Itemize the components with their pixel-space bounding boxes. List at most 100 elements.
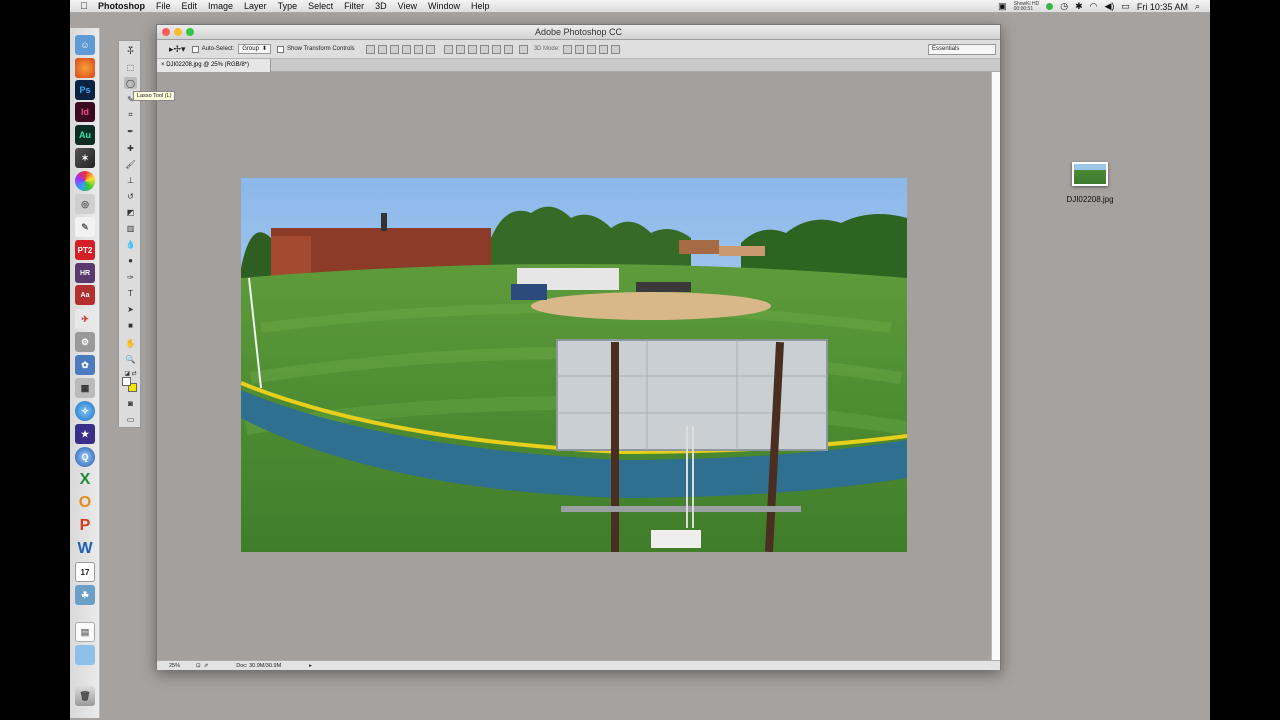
volume-icon[interactable]: ◀) — [1104, 1, 1114, 12]
screenshot-icon[interactable]: ▣ — [998, 1, 1007, 12]
blur-tool-icon[interactable]: 💧 — [124, 238, 137, 250]
menu-select[interactable]: Select — [308, 1, 333, 11]
photos-icon[interactable]: ☘ — [75, 585, 95, 605]
apple-menu-icon[interactable]:  — [70, 1, 98, 12]
history-brush-tool-icon[interactable]: ↺ — [124, 190, 137, 202]
screen-mode-icon[interactable]: ▭ — [124, 413, 137, 425]
outlook-icon[interactable]: O — [75, 493, 95, 513]
share-icon[interactable]: ⊡ — [196, 663, 201, 669]
dodge-tool-icon[interactable]: ● — [124, 254, 137, 266]
zoom-window-icon[interactable] — [186, 28, 194, 36]
brush-tool-icon[interactable]: 🖌 — [124, 158, 137, 170]
pages-icon[interactable]: ✎ — [75, 217, 95, 237]
auto-select-dropdown[interactable]: Group ⬍ — [238, 44, 271, 54]
audition-icon[interactable]: Au — [75, 125, 95, 145]
scanner-icon[interactable]: ◎ — [75, 194, 95, 214]
imovie-icon[interactable]: ★ — [75, 424, 95, 444]
menu-filter[interactable]: Filter — [344, 1, 364, 11]
3d-scale-icon[interactable] — [610, 44, 620, 54]
crop-tool-icon[interactable]: ⌗ — [124, 109, 137, 121]
auto-align-icon[interactable] — [518, 44, 528, 54]
eraser-tool-icon[interactable]: ◩ — [124, 206, 137, 218]
app-menu[interactable]: Photoshop — [98, 1, 145, 11]
align-right-icon[interactable] — [425, 44, 435, 54]
document-icon[interactable]: ▤ — [75, 622, 95, 642]
menu-layer[interactable]: Layer — [244, 1, 267, 11]
time-machine-icon[interactable]: ◷ — [1060, 1, 1068, 12]
preview-icon[interactable]: ✈ — [75, 309, 95, 329]
3d-pan-icon[interactable] — [586, 44, 596, 54]
menu-view[interactable]: View — [398, 1, 417, 11]
minimize-window-icon[interactable] — [174, 28, 182, 36]
photo-icon[interactable]: ✿ — [75, 355, 95, 375]
gradient-tool-icon[interactable]: ▥ — [124, 222, 137, 234]
distribute-bottom-icon[interactable] — [467, 44, 477, 54]
align-vcenter-icon[interactable] — [377, 44, 387, 54]
path-selection-tool-icon[interactable]: ➤ — [124, 303, 137, 315]
calculator-icon[interactable]: ▦ — [75, 378, 95, 398]
move-tool-icon[interactable]: ✢ — [124, 45, 137, 57]
pt2-icon[interactable]: PT2 — [75, 240, 95, 260]
distribute-vcenter-icon[interactable] — [455, 44, 465, 54]
safari-icon[interactable]: ✧ — [75, 401, 95, 421]
close-window-icon[interactable] — [162, 28, 170, 36]
rectangle-tool-icon[interactable]: ■ — [124, 319, 137, 331]
3d-slide-icon[interactable] — [598, 44, 608, 54]
wifi-icon[interactable]: ◠ — [1090, 1, 1098, 12]
window-titlebar[interactable]: Adobe Photoshop CC — [157, 25, 1000, 40]
zoom-level[interactable]: 25% — [169, 663, 180, 669]
align-top-icon[interactable] — [365, 44, 375, 54]
menu-type[interactable]: Type — [278, 1, 298, 11]
photoshop-icon[interactable]: Ps — [75, 80, 95, 100]
hr-icon[interactable]: HR — [75, 263, 95, 283]
menu-image[interactable]: Image — [208, 1, 233, 11]
excel-icon[interactable]: X — [75, 470, 95, 490]
marquee-tool-icon[interactable]: ⬚ — [124, 61, 137, 73]
align-left-icon[interactable] — [401, 44, 411, 54]
distribute-left-icon[interactable] — [479, 44, 489, 54]
final-cut-icon[interactable]: ✶ — [75, 148, 95, 168]
status-menu-arrow-icon[interactable]: ▸ — [309, 663, 312, 669]
menu-edit[interactable]: Edit — [182, 1, 198, 11]
distribute-right-icon[interactable] — [503, 44, 513, 54]
export-icon[interactable]: ⇗ — [204, 663, 209, 669]
lasso-tool-icon[interactable]: ◯ — [124, 77, 137, 89]
clone-stamp-tool-icon[interactable]: ⊥ — [124, 174, 137, 186]
finder-icon[interactable]: ☺ — [75, 35, 95, 55]
desktop-file[interactable]: DJI02208.jpg — [1055, 162, 1125, 204]
distribute-hcenter-icon[interactable] — [491, 44, 501, 54]
menu-3d[interactable]: 3D — [375, 1, 387, 11]
recording-indicator-icon[interactable] — [1046, 3, 1054, 10]
menu-window[interactable]: Window — [428, 1, 460, 11]
bluetooth-icon[interactable]: ✱ — [1075, 1, 1083, 12]
close-tab-icon[interactable]: × — [161, 62, 165, 68]
3d-rotate-icon[interactable] — [562, 44, 572, 54]
indesign-icon[interactable]: Id — [75, 102, 95, 122]
firefox-icon[interactable] — [75, 58, 95, 78]
3d-roll-icon[interactable] — [574, 44, 584, 54]
move-tool-preset-icon[interactable]: ▸✢▾ — [169, 44, 186, 55]
spotlight-search-icon[interactable]: ⌕ — [1195, 1, 1200, 12]
powerpoint-icon[interactable]: P — [75, 516, 95, 536]
document-tab[interactable]: × DJI02208.jpg @ 25% (RGB/8*) — [157, 59, 271, 72]
workspace-dropdown[interactable]: Essentials — [928, 44, 996, 55]
aa-icon[interactable]: Aa — [75, 285, 95, 305]
healing-brush-tool-icon[interactable]: ✚ — [124, 142, 137, 154]
recorder-status[interactable]: ShowKi HD 00:00:51 — [1014, 1, 1040, 12]
transform-controls-checkbox[interactable] — [276, 45, 284, 53]
type-tool-icon[interactable]: T — [124, 287, 137, 299]
word-icon[interactable]: W — [75, 539, 95, 559]
distribute-top-icon[interactable] — [443, 44, 453, 54]
menu-help[interactable]: Help — [471, 1, 490, 11]
battery-icon[interactable]: ▭ — [1121, 1, 1130, 12]
menu-file[interactable]: File — [156, 1, 171, 11]
trash-icon[interactable]: 🗑 — [75, 686, 95, 706]
document-image[interactable] — [241, 178, 907, 552]
settings-icon[interactable]: ⚙ — [75, 332, 95, 352]
vertical-scrollbar[interactable] — [991, 72, 1000, 660]
zoom-tool-icon[interactable]: 🔍 — [124, 353, 137, 365]
quick-mask-icon[interactable]: ◙ — [124, 397, 137, 409]
quicktime-icon[interactable]: Q — [75, 447, 95, 467]
auto-select-checkbox[interactable] — [191, 45, 199, 53]
eyedropper-tool-icon[interactable]: ✒ — [124, 125, 137, 137]
